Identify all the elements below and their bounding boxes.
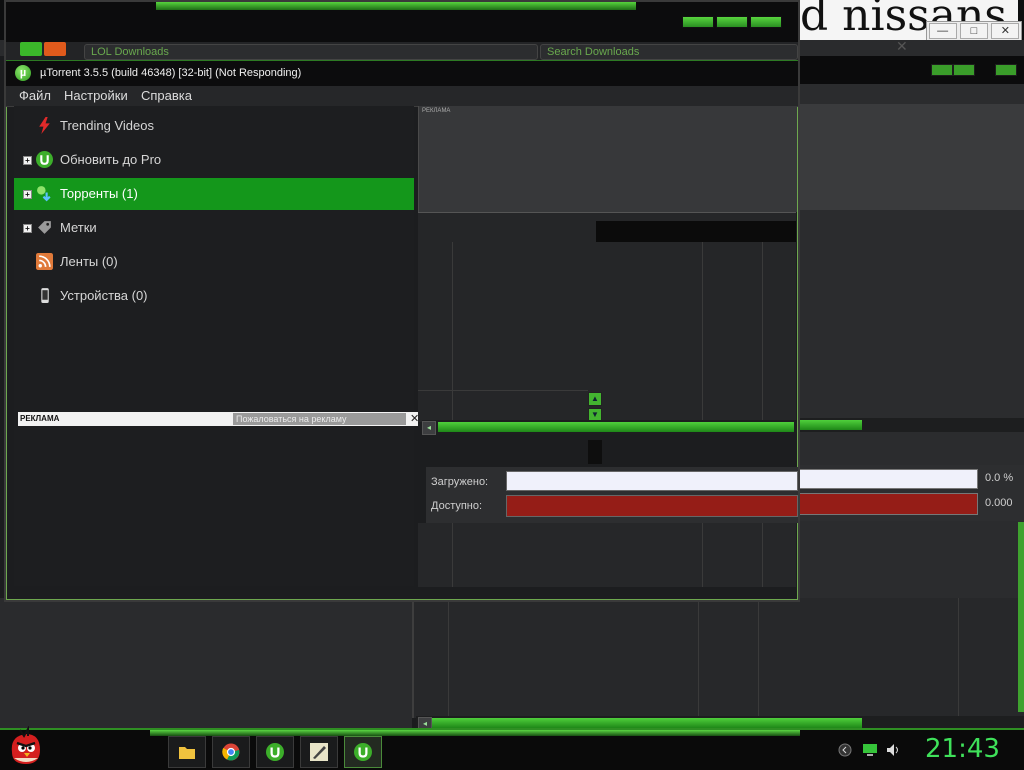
scroll-thumb[interactable] xyxy=(438,422,794,432)
angry-bird-start-icon[interactable] xyxy=(6,726,46,768)
pen-tool-icon xyxy=(310,743,328,761)
background-close-icon[interactable]: ✕ xyxy=(896,38,908,55)
info-panel: Загружено: Доступно: xyxy=(426,467,798,523)
maximize-button[interactable] xyxy=(716,16,748,28)
sidebar-item-devices[interactable]: Устройства (0) xyxy=(14,280,414,312)
menu-bar: Файл Настройки Справка xyxy=(6,86,798,107)
volume-icon[interactable] xyxy=(886,743,902,757)
torrent-list[interactable] xyxy=(418,242,796,422)
background-scroll-thumb[interactable] xyxy=(790,420,862,430)
taskbar-chrome[interactable] xyxy=(212,736,250,768)
taskbar-pen-tool[interactable] xyxy=(300,736,338,768)
sidebar-item-feeds[interactable]: Ленты (0) xyxy=(14,246,414,278)
torrents-icon xyxy=(37,186,51,202)
device-icon xyxy=(41,288,49,303)
sidebar-item-label: Метки xyxy=(60,220,97,235)
downloaded-percent: 0.0 % xyxy=(985,472,1014,484)
background-close-button[interactable] xyxy=(995,64,1017,76)
tab-icons xyxy=(20,42,70,58)
maximize-icon[interactable]: □ xyxy=(959,23,988,39)
menu-file[interactable]: Файл xyxy=(19,88,51,103)
background-scrollbar[interactable] xyxy=(790,418,1024,432)
menu-settings[interactable]: Настройки xyxy=(64,88,128,103)
background-ad-area xyxy=(795,104,1024,210)
horizontal-scrollbar[interactable]: ◂ xyxy=(422,420,796,435)
scroll-up-icon[interactable]: ▲ xyxy=(588,392,602,406)
utorrent-icon xyxy=(354,743,372,761)
background-available-bar xyxy=(790,493,978,515)
background-titlebar xyxy=(795,56,1024,84)
folder-icon xyxy=(179,747,195,759)
taskbar-utorrent[interactable] xyxy=(256,736,294,768)
background-window-controls[interactable]: — □ ✕ xyxy=(926,21,1022,41)
ad-area: РЕКЛАМА xyxy=(418,106,797,212)
background-minimize-button[interactable] xyxy=(931,64,953,76)
utorrent-icon xyxy=(36,151,53,168)
orange-app-icon[interactable] xyxy=(44,42,66,56)
tab-search-downloads[interactable]: Search Downloads xyxy=(540,44,798,60)
background-scrollbar-edge xyxy=(1018,522,1024,712)
sidebar-item-trending-videos[interactable]: Trending Videos xyxy=(14,110,414,142)
downloaded-progress-bar xyxy=(506,471,798,491)
expand-icon[interactable]: + xyxy=(23,224,32,233)
utorrent-window: LOL Downloads Search Downloads µ µTorren… xyxy=(4,0,800,602)
background-downloaded-bar xyxy=(790,469,978,489)
tag-icon xyxy=(38,221,51,234)
taskbar-utorrent-active[interactable] xyxy=(344,736,382,768)
utorrent-logo-icon: µ xyxy=(15,65,31,81)
lightning-icon xyxy=(39,117,50,134)
available-label: Доступно: xyxy=(431,500,483,512)
background-scroll-thumb-2[interactable] xyxy=(432,718,862,728)
sidebar-item-upgrade-pro[interactable]: + Обновить до Pro xyxy=(14,144,414,176)
sidebar-ad-bar: РЕКЛАМА Пожаловаться на рекламу ✕ xyxy=(18,412,419,426)
sidebar: Trending Videos + Обновить до Pro + Торр… xyxy=(14,106,419,586)
sidebar-item-label: Торренты (1) xyxy=(60,186,138,201)
background-lower-right xyxy=(412,598,1024,718)
ad-label: РЕКЛАМА xyxy=(20,414,60,423)
availability-bar xyxy=(506,495,798,517)
tab-downloads[interactable]: LOL Downloads xyxy=(84,44,538,60)
sidebar-item-label: Ленты (0) xyxy=(60,254,118,269)
vertical-scroll-buttons[interactable]: ▲ ▼ xyxy=(588,392,602,422)
minimize-icon[interactable]: — xyxy=(928,23,957,39)
title-bar[interactable]: µ µTorrent 3.5.5 (build 46348) [32-bit] … xyxy=(6,60,798,87)
torrent-list-header[interactable] xyxy=(418,212,796,244)
scroll-left-icon[interactable]: ◂ xyxy=(422,421,436,435)
sidebar-item-label: Обновить до Pro xyxy=(60,152,162,167)
background-lower-left xyxy=(0,598,412,728)
background-maximize-button[interactable] xyxy=(953,64,975,76)
pane-splitter[interactable] xyxy=(588,440,602,464)
report-ad-link[interactable]: Пожаловаться на рекламу xyxy=(233,413,406,425)
utorrent-icon xyxy=(266,743,284,761)
clock[interactable]: 21:43 xyxy=(925,734,1000,764)
browser-tabs: LOL Downloads Search Downloads xyxy=(6,42,798,60)
sidebar-item-torrents[interactable]: + Торренты (1) xyxy=(14,178,414,210)
rss-icon xyxy=(36,253,53,270)
sidebar-item-label: Trending Videos xyxy=(60,118,154,133)
expand-icon[interactable]: + xyxy=(23,190,32,199)
window-top-frame xyxy=(6,2,798,42)
details-pane xyxy=(418,523,796,587)
chrome-icon xyxy=(222,743,240,761)
expand-icon[interactable]: + xyxy=(23,156,32,165)
show-hidden-icons-icon[interactable] xyxy=(838,743,852,757)
taskbar: 21:43 xyxy=(0,726,1024,770)
menu-help[interactable]: Справка xyxy=(141,88,192,103)
close-button[interactable] xyxy=(750,16,782,28)
sidebar-item-labels[interactable]: + Метки xyxy=(14,212,414,244)
system-tray xyxy=(838,740,908,760)
close-icon[interactable]: ✕ xyxy=(991,23,1020,39)
window-title: µTorrent 3.5.5 (build 46348) [32-bit] (N… xyxy=(40,67,302,79)
window-controls[interactable] xyxy=(682,16,782,28)
downloaded-label: Загружено: xyxy=(431,476,489,488)
network-icon[interactable] xyxy=(862,743,878,757)
minimize-button[interactable] xyxy=(682,16,714,28)
available-value: 0.000 xyxy=(985,497,1013,509)
green-app-icon[interactable] xyxy=(20,42,42,56)
sidebar-item-label: Устройства (0) xyxy=(60,288,148,303)
ad-area-label: РЕКЛАМА xyxy=(422,108,451,114)
taskbar-explorer[interactable] xyxy=(168,736,206,768)
